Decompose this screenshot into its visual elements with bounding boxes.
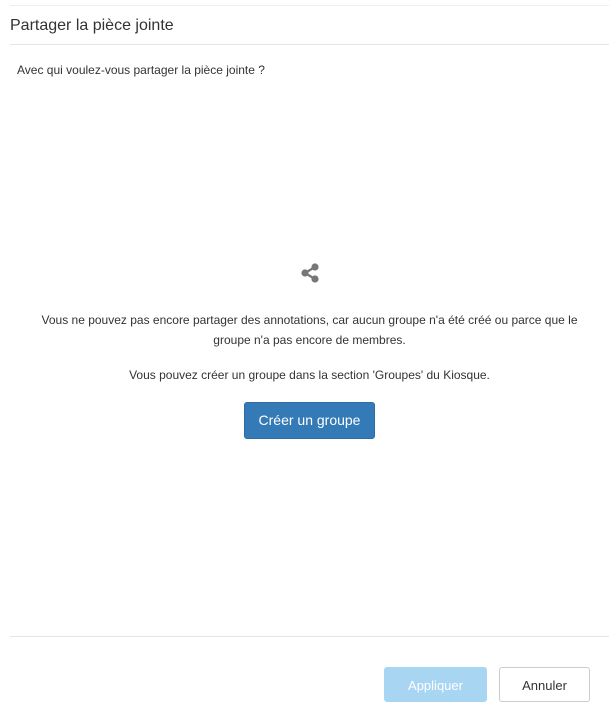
dialog-footer: Appliquer Annuler	[10, 636, 609, 709]
dialog-title: Partager la pièce jointe	[10, 17, 174, 34]
empty-state-message: Vous ne pouvez pas encore partager des a…	[41, 313, 578, 347]
empty-state-hint: Vous pouvez créer un groupe dans la sect…	[129, 368, 490, 382]
create-group-button[interactable]: Créer un groupe	[243, 402, 376, 439]
empty-state: Vous ne pouvez pas encore partager des a…	[10, 262, 609, 439]
cancel-button[interactable]: Annuler	[499, 667, 590, 702]
dialog-header: Partager la pièce jointe	[10, 6, 609, 45]
share-icon	[300, 263, 319, 283]
share-question: Avec qui voulez-vous partager la pièce j…	[17, 63, 265, 77]
share-attachment-dialog: Partager la pièce jointe Avec qui voulez…	[0, 0, 609, 709]
apply-button[interactable]: Appliquer	[384, 667, 487, 702]
